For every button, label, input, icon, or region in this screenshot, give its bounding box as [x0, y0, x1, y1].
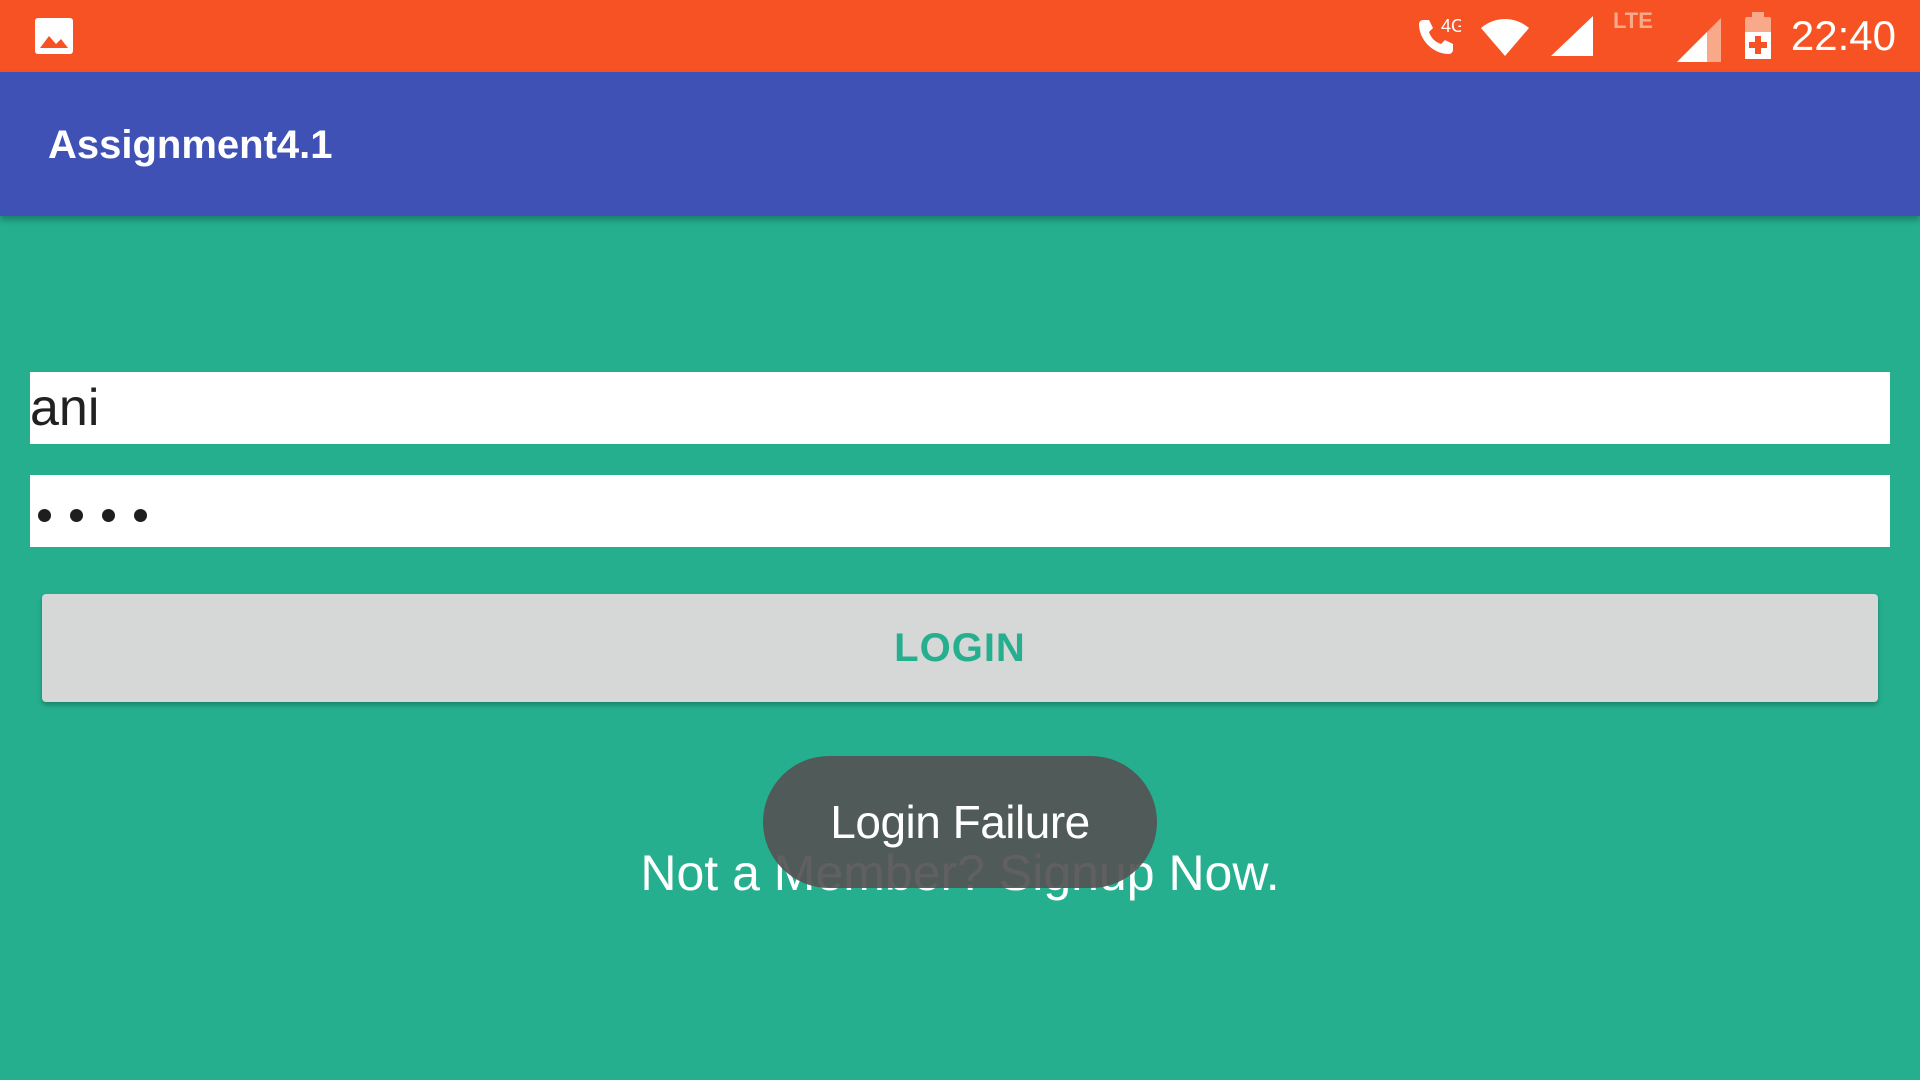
lte-signal-icon: LTE	[1613, 8, 1725, 64]
toast: Login Failure	[763, 756, 1157, 888]
login-button-label: LOGIN	[894, 625, 1026, 670]
signal-icon	[1549, 14, 1595, 58]
call-badge: 4G	[1441, 16, 1461, 36]
network-type: LTE	[1613, 8, 1653, 33]
password-mask	[38, 475, 166, 547]
status-icons: 4G LTE 22:40	[1413, 0, 1896, 72]
password-dot	[134, 508, 147, 522]
login-button[interactable]: LOGIN	[42, 594, 1878, 702]
password-dot	[102, 508, 115, 522]
username-input[interactable]	[30, 372, 1890, 444]
call-icon: 4G	[1413, 12, 1461, 60]
image-icon	[34, 17, 74, 55]
app-title: Assignment4.1	[48, 123, 333, 167]
username-field[interactable]	[30, 372, 1890, 444]
password-field[interactable]	[30, 475, 1890, 547]
status-time: 22:40	[1790, 12, 1896, 59]
password-dot	[70, 508, 83, 522]
status-bar: 4G LTE 22:40	[0, 0, 1920, 72]
wifi-icon	[1479, 14, 1531, 58]
battery-charging-icon	[1743, 12, 1773, 60]
app-bar: Assignment4.1	[0, 72, 1920, 216]
toast-message: Login Failure	[830, 796, 1090, 848]
login-screen: 4G LTE 22:40 Assignment4.1 ani LOGIN Not…	[0, 0, 1920, 1080]
password-dot	[38, 508, 51, 522]
